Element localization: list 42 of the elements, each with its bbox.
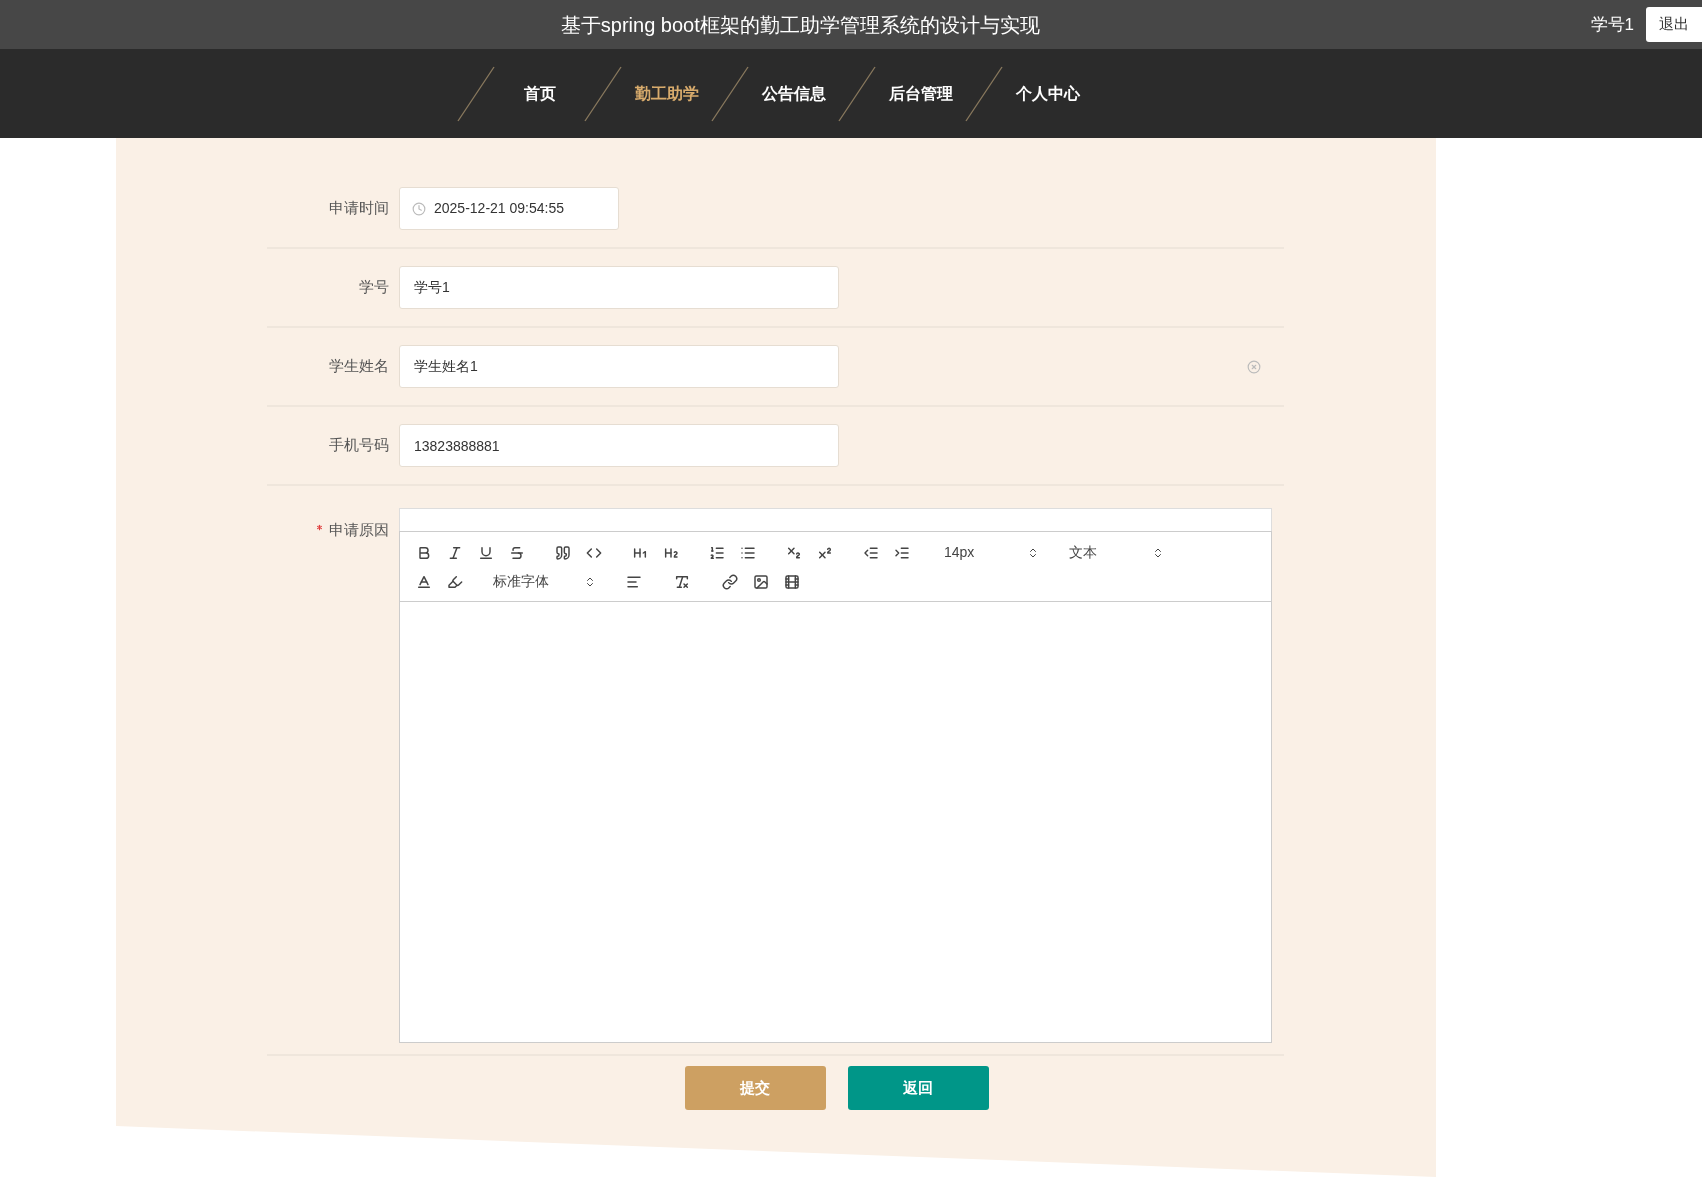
field-label: 手机号码 [329, 435, 389, 456]
slash-icon [837, 65, 877, 122]
field-label: 申请时间 [329, 198, 389, 219]
text-color-icon[interactable] [416, 573, 432, 590]
italic-icon[interactable] [447, 544, 463, 561]
slash-icon [964, 65, 1004, 122]
link-icon[interactable] [722, 573, 738, 590]
underline-icon[interactable] [478, 544, 494, 561]
image-icon[interactable] [753, 573, 769, 590]
text-field[interactable]: 学生姓名1 [399, 345, 839, 388]
updown-icon [1152, 546, 1164, 559]
font-size-select[interactable]: 14px [944, 542, 1039, 563]
numbered-list-icon[interactable] [709, 544, 725, 561]
logout-button[interactable]: 退出 [1646, 7, 1702, 42]
slash-icon [710, 65, 750, 122]
text-field[interactable]: 学号1 [399, 266, 839, 309]
heading-select[interactable]: 文本 [1069, 542, 1164, 563]
slash-icon [456, 65, 496, 122]
font-family-select[interactable]: 标准字体 [493, 571, 596, 592]
slash-icon [583, 65, 623, 122]
site-title: 基于spring boot框架的勤工助学管理系统的设计与实现 [560, 12, 1040, 38]
clock-icon [412, 201, 426, 216]
strikethrough-icon[interactable] [509, 544, 525, 561]
clear-format-icon[interactable] [674, 573, 690, 590]
nav-item[interactable]: 公告信息 [750, 81, 837, 106]
updown-icon [1027, 546, 1039, 559]
nav-item[interactable]: 后台管理 [877, 81, 964, 106]
nav-item[interactable]: 首页 [496, 81, 583, 106]
quote-icon[interactable] [555, 544, 571, 561]
highlight-icon[interactable] [447, 573, 463, 590]
nav-item[interactable]: 个人中心 [1004, 81, 1091, 106]
datetime-field[interactable]: 2025-12-21 09:54:55 [399, 187, 619, 230]
back-button[interactable]: 返回 [847, 1066, 989, 1110]
bold-icon[interactable] [416, 544, 432, 561]
text-field[interactable]: 13823888881 [399, 424, 839, 467]
user-name: 学号1 [1590, 13, 1634, 36]
field-label: 申请原因 [329, 519, 389, 540]
updown-icon [584, 575, 596, 588]
field-label: 学号 [359, 277, 389, 298]
video-icon[interactable] [784, 573, 800, 590]
nav-item[interactable]: 勤工助学 [623, 81, 710, 106]
field-label: 学生姓名 [329, 356, 389, 377]
